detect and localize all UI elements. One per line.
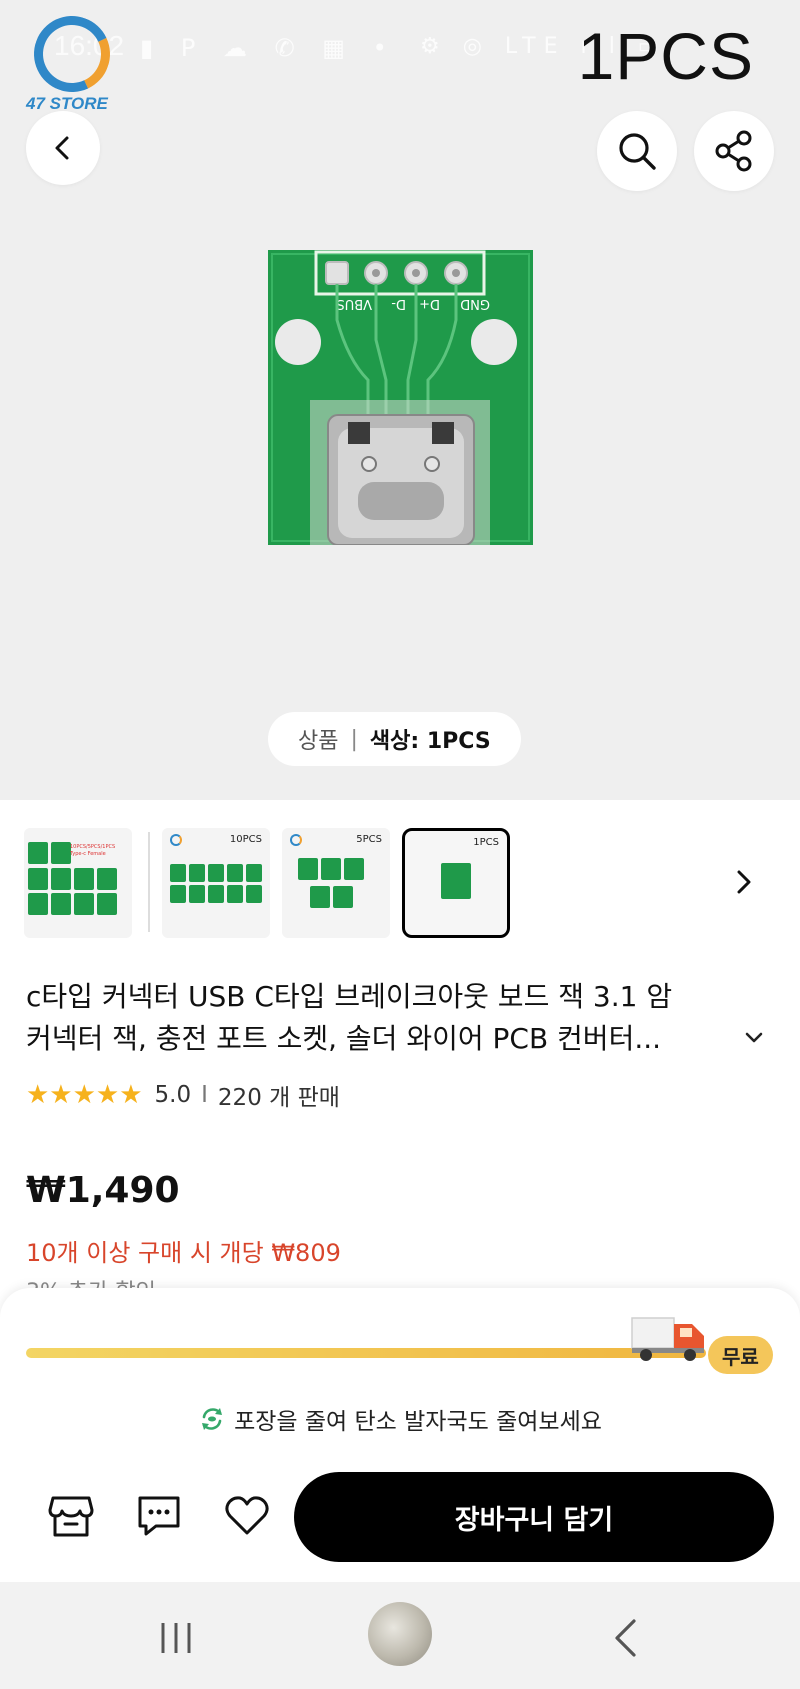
shipping-progress-sheet: 무료 포장을 줄여 탄소 발자국도 줄여보세요 xyxy=(0,1288,800,1468)
search-button[interactable] xyxy=(597,111,677,191)
pcb-chip xyxy=(310,886,330,908)
thumbnail-divider xyxy=(148,832,150,932)
pcb-chip xyxy=(246,864,262,882)
pin-label-dplus: D+ xyxy=(419,296,440,311)
variant-thumbnail-strip: 10PCS/5PCS/1PCS Type-c Female 10PCS 5PCS… xyxy=(24,828,784,940)
home-button-icon[interactable] xyxy=(368,1602,432,1666)
chevron-right-icon xyxy=(737,870,751,894)
pcb-chip xyxy=(298,858,318,880)
pcb-chip xyxy=(51,868,71,890)
back-button[interactable] xyxy=(26,111,100,185)
pcb-chip xyxy=(28,842,48,864)
eco-message-text: 포장을 줄여 탄소 발자국도 줄여보세요 xyxy=(234,1409,602,1435)
rating-value: 5.0 xyxy=(154,1082,192,1108)
wishlist-button[interactable] xyxy=(222,1492,272,1540)
variant-thumbnail-label: 10PCS xyxy=(229,834,262,845)
thumbnail-next-button[interactable] xyxy=(724,858,764,906)
pcb-chip xyxy=(51,893,71,915)
product-title-line-1: c타입 커넥터 USB C타입 브레이크아웃 보드 잭 3.1 암 xyxy=(26,980,673,1013)
pcb-chip xyxy=(97,868,117,890)
recent-apps-icon[interactable] xyxy=(158,1620,194,1656)
status-notification-icons: ▮ P ☁ ✆ ▦ • xyxy=(140,34,397,62)
product-image-gallery[interactable]: 16:02 ▮ P ☁ ✆ ▦ • ⚙ ◎ LTE ıll ▭ 47 STORE… xyxy=(0,0,800,800)
heart-icon xyxy=(225,1496,269,1535)
system-navigation-bar xyxy=(0,1582,800,1689)
title-expand-button[interactable] xyxy=(742,1028,772,1052)
variant-thumbnail-all[interactable]: 10PCS/5PCS/1PCS Type-c Female xyxy=(24,828,132,938)
pcb-chip xyxy=(170,885,186,903)
pcb-chip xyxy=(344,858,364,880)
variant-thumbnail-caption: 10PCS/5PCS/1PCS Type-c Female xyxy=(70,844,116,857)
pcb-chip xyxy=(74,868,94,890)
pcb-chip xyxy=(321,858,341,880)
store-logo: 47 STORE xyxy=(23,5,126,118)
variant-thumbnail-label: 5PCS xyxy=(356,834,382,845)
share-icon xyxy=(715,130,752,172)
rating-separator: I xyxy=(201,1082,208,1108)
brand-logo-icon xyxy=(290,834,302,846)
chat-button[interactable] xyxy=(134,1492,184,1540)
variant-pill-prefix: 상품 xyxy=(298,729,339,754)
bulk-offer: 10개 이상 구매 시 개당 ₩809 xyxy=(26,1239,341,1267)
pin-label-vbus: VBUS xyxy=(336,296,372,311)
search-icon xyxy=(619,133,656,170)
variant-thumbnail-10pcs[interactable]: 10PCS xyxy=(162,828,270,938)
store-icon xyxy=(48,1496,94,1537)
pcb-chip xyxy=(189,885,205,903)
bottom-action-bar: 장바구니 담기 xyxy=(0,1448,800,1582)
delivery-truck-icon xyxy=(631,1317,704,1361)
rating-row[interactable]: ★★★★★ 5.0 I 220 개 판매 xyxy=(26,1078,340,1112)
pcb-chip xyxy=(208,885,224,903)
add-to-cart-button[interactable]: 장바구니 담기 xyxy=(294,1472,774,1562)
pin-label-dminus: D- xyxy=(391,296,406,311)
pcb-chip xyxy=(97,893,117,915)
pcb-chip xyxy=(170,864,186,882)
pcb-chip xyxy=(208,864,224,882)
variant-pill[interactable]: 상품 | 색상: 1PCS xyxy=(268,712,521,766)
chat-icon xyxy=(138,1496,180,1536)
share-button[interactable] xyxy=(694,111,774,191)
pcb-chip xyxy=(227,885,243,903)
pcb-chip xyxy=(28,868,48,890)
variant-pill-selected: 색상: 1PCS xyxy=(369,729,491,754)
pcb-chip xyxy=(246,885,262,903)
usb-c-breakout-board-image: GND D+ D- VBUS xyxy=(268,250,533,545)
product-title[interactable]: c타입 커넥터 USB C타입 브레이크아웃 보드 잭 3.1 암 커넥터 잭,… xyxy=(26,976,756,1060)
variant-pill-separator: | xyxy=(350,726,358,752)
recycle-leaf-icon xyxy=(202,1408,223,1430)
pcb-chip xyxy=(441,863,471,899)
variant-thumbnail-label: 1PCS xyxy=(473,837,499,848)
variant-thumbnail-5pcs[interactable]: 5PCS xyxy=(282,828,390,938)
sold-count: 220 개 판매 xyxy=(217,1085,340,1111)
chevron-down-icon xyxy=(745,1032,763,1043)
pin-label-gnd: GND xyxy=(460,296,490,311)
pcb-chip xyxy=(51,842,71,864)
product-price: ₩1,490 xyxy=(26,1170,180,1211)
product-title-line-2: 커넥터 잭, 충전 포트 소켓, 솔더 와이어 PCB 컨버터... xyxy=(26,1022,662,1055)
eco-packaging-message: 포장을 줄여 탄소 발자국도 줄여보세요 xyxy=(0,1402,800,1436)
free-shipping-badge: 무료 xyxy=(708,1336,773,1374)
pcb-chip xyxy=(74,893,94,915)
nav-back-icon[interactable] xyxy=(612,1618,638,1658)
brand-logo-icon xyxy=(170,834,182,846)
store-logo-text: 47 STORE xyxy=(26,94,108,113)
pcb-chip xyxy=(333,886,353,908)
free-shipping-progress-bar xyxy=(26,1348,706,1358)
variant-thumbnail-1pcs-selected[interactable]: 1PCS xyxy=(402,828,510,938)
store-logo-ring-icon xyxy=(23,5,121,103)
chevron-left-icon xyxy=(55,136,69,160)
star-rating-icon: ★★★★★ xyxy=(26,1080,143,1110)
pcb-chip xyxy=(28,893,48,915)
variant-overlay-label: 1PCS xyxy=(577,19,754,93)
pcb-chip xyxy=(189,864,205,882)
pcb-chip xyxy=(227,864,243,882)
store-button[interactable] xyxy=(46,1492,96,1540)
